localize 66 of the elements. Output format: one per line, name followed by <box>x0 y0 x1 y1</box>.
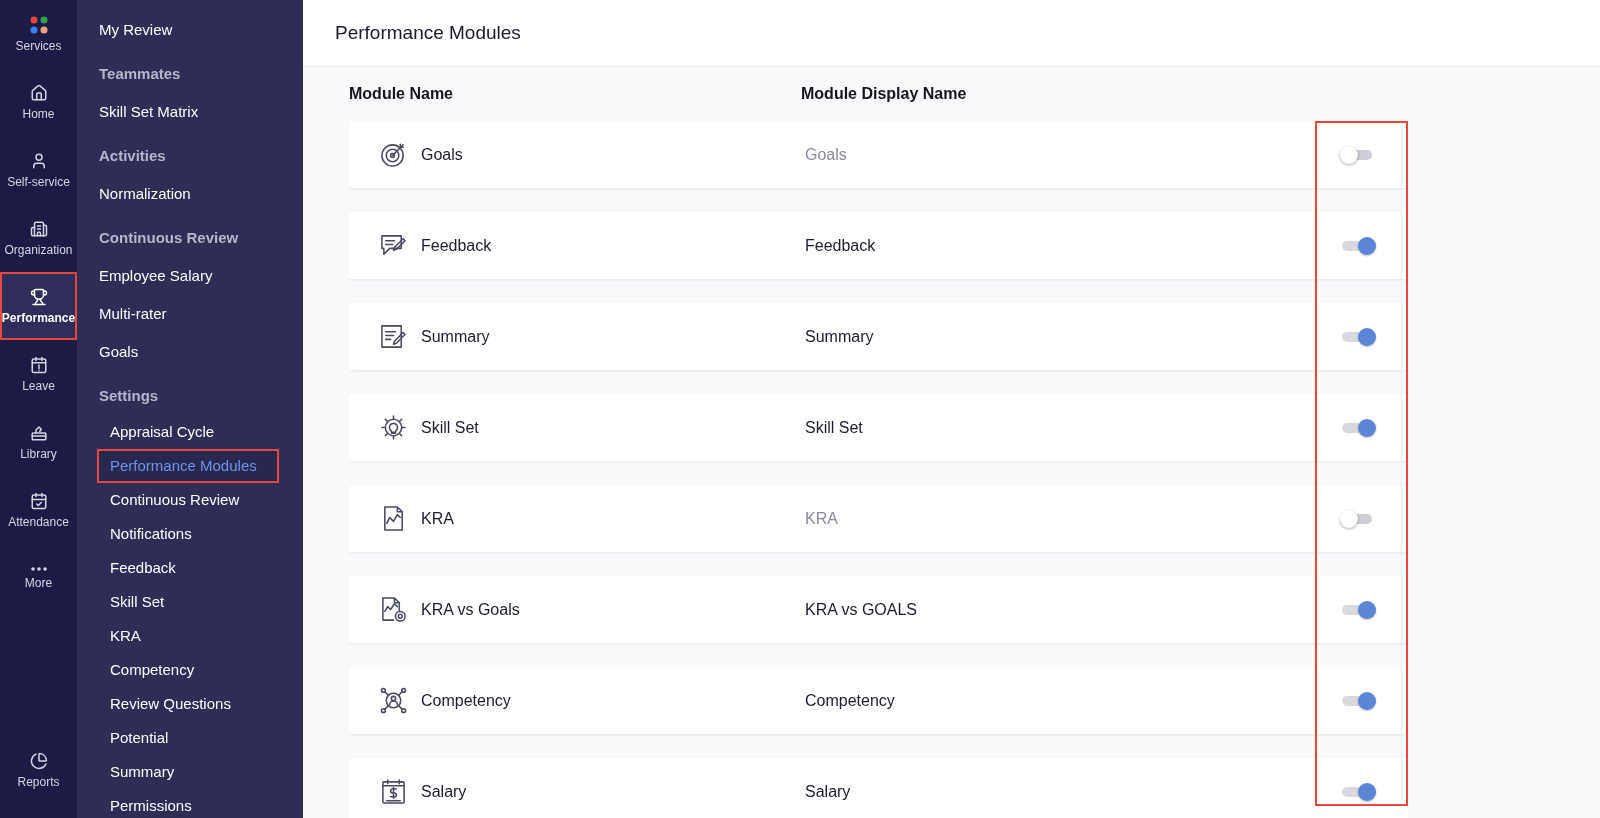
module-display-name: Skill Set <box>805 417 863 438</box>
tray-icon <box>29 423 48 442</box>
module-name: Summary <box>421 326 490 347</box>
rail-nav-item[interactable]: More <box>0 544 77 612</box>
column-header: Module Display Name <box>801 84 968 104</box>
rail-nav-item[interactable]: Organization <box>0 204 77 272</box>
sidebar-link[interactable]: Appraisal Cycle <box>97 415 279 449</box>
sidebar-link[interactable]: Review Questions <box>97 687 279 721</box>
page-title: Performance Modules <box>335 20 521 45</box>
sidebar-section-heading: Settings <box>99 385 159 406</box>
sidebar-link[interactable]: Notifications <box>97 517 279 551</box>
module-name: Goals <box>421 144 463 165</box>
module-display-name: Feedback <box>805 235 876 256</box>
calendar-dollar-icon <box>380 778 407 805</box>
module-name: Skill Set <box>421 417 479 438</box>
sidebar-link[interactable]: Feedback <box>97 551 279 585</box>
sidebar-link[interactable]: Potential <box>97 721 279 755</box>
module-display-name: Competency <box>805 690 895 711</box>
calendar-check-icon <box>29 491 48 510</box>
sidebar-link[interactable]: Normalization <box>97 175 279 213</box>
sidebar-section-heading: Teammates <box>99 63 181 84</box>
module-display-name: Goals <box>805 144 847 165</box>
column-header: Module Name <box>349 84 454 104</box>
sidebar-link[interactable]: Multi-rater <box>97 295 279 333</box>
chart-document-target-icon <box>380 596 407 623</box>
target-icon <box>380 141 407 168</box>
sidebar-link[interactable]: My Review <box>97 11 279 49</box>
lightbulb-icon <box>380 414 407 441</box>
sidebar-link[interactable]: Performance Modules <box>97 449 279 483</box>
sidebar-section-heading: Continuous Review <box>99 227 239 248</box>
module-display-name: KRA <box>805 508 838 529</box>
home-icon <box>29 83 48 102</box>
rail-nav-item[interactable]: Services <box>0 0 77 68</box>
app-dots-icon <box>28 15 49 34</box>
rail-nav-item[interactable]: Performance <box>0 272 77 340</box>
document-edit-icon <box>380 323 407 350</box>
rail-nav-item[interactable]: Leave <box>0 340 77 408</box>
module-name: Salary <box>421 781 467 802</box>
rail-nav-item[interactable]: Self-service <box>0 136 77 204</box>
sidebar-link[interactable]: Skill Set Matrix <box>97 93 279 131</box>
module-name: KRA vs Goals <box>421 599 520 620</box>
pie-chart-icon <box>29 751 48 770</box>
module-display-name: KRA vs GOALS <box>805 599 918 620</box>
rail-nav-item[interactable]: Library <box>0 408 77 476</box>
trophy-icon <box>29 287 48 306</box>
sidebar-link[interactable]: Permissions <box>97 789 279 818</box>
rail-nav-item[interactable]: Home <box>0 68 77 136</box>
building-icon <box>29 219 48 238</box>
module-name: KRA <box>421 508 454 529</box>
module-display-name: Salary <box>805 781 851 802</box>
calendar-alert-icon <box>29 355 48 374</box>
sidebar-link[interactable]: Employee Salary <box>97 257 279 295</box>
sidebar-link[interactable]: Summary <box>97 755 279 789</box>
module-display-name: Summary <box>805 326 874 347</box>
sidebar-link[interactable]: Goals <box>97 333 279 371</box>
module-name: Competency <box>421 690 511 711</box>
module-name: Feedback <box>421 235 492 256</box>
sidebar-link[interactable]: Continuous Review <box>97 483 279 517</box>
person-network-icon <box>380 687 407 714</box>
sidebar-link[interactable]: Competency <box>97 653 279 687</box>
rail-nav-item[interactable]: Reports <box>0 736 77 804</box>
sidebar-section-heading: Activities <box>99 145 166 166</box>
rail-nav-item[interactable]: Attendance <box>0 476 77 544</box>
sidebar-link[interactable]: KRA <box>97 619 279 653</box>
more-icon <box>30 566 47 571</box>
sidebar-link[interactable]: Skill Set <box>97 585 279 619</box>
